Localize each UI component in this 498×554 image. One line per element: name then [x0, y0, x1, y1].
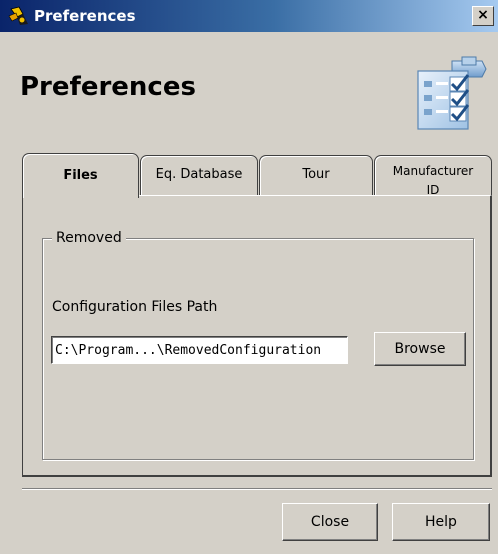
preferences-checklist-icon	[417, 56, 487, 130]
tab-manufacturer-id-line1: Manufacturer	[392, 164, 474, 178]
window-close-button[interactable]: ×	[472, 6, 494, 26]
tab-files[interactable]: Files	[22, 153, 139, 198]
help-button[interactable]: Help	[392, 503, 490, 541]
window-title: Preferences	[34, 7, 136, 25]
footer-separator	[22, 488, 492, 490]
tab-tour[interactable]: Tour	[259, 155, 373, 195]
app-icon	[8, 6, 28, 25]
page-title: Preferences	[20, 72, 196, 102]
preferences-window: Preferences × Preferences Files Eq. Data…	[0, 0, 498, 554]
tab-eq-database[interactable]: Eq. Database	[140, 155, 258, 195]
tab-manufacturer-id[interactable]: Manufacturer ID	[374, 155, 492, 198]
tab-manufacturer-id-label: Manufacturer ID	[375, 156, 491, 198]
tab-eq-database-label: Eq. Database	[155, 167, 243, 182]
tab-files-label: Files	[63, 168, 98, 183]
title-bar[interactable]: Preferences ×	[0, 0, 498, 32]
configuration-path-input[interactable]	[51, 336, 348, 364]
tab-tour-label: Tour	[302, 167, 330, 182]
close-button[interactable]: Close	[282, 503, 378, 541]
groupbox-title: Removed	[52, 229, 126, 247]
browse-button[interactable]: Browse	[374, 332, 466, 366]
configuration-files-path-label: Configuration Files Path	[52, 299, 218, 315]
